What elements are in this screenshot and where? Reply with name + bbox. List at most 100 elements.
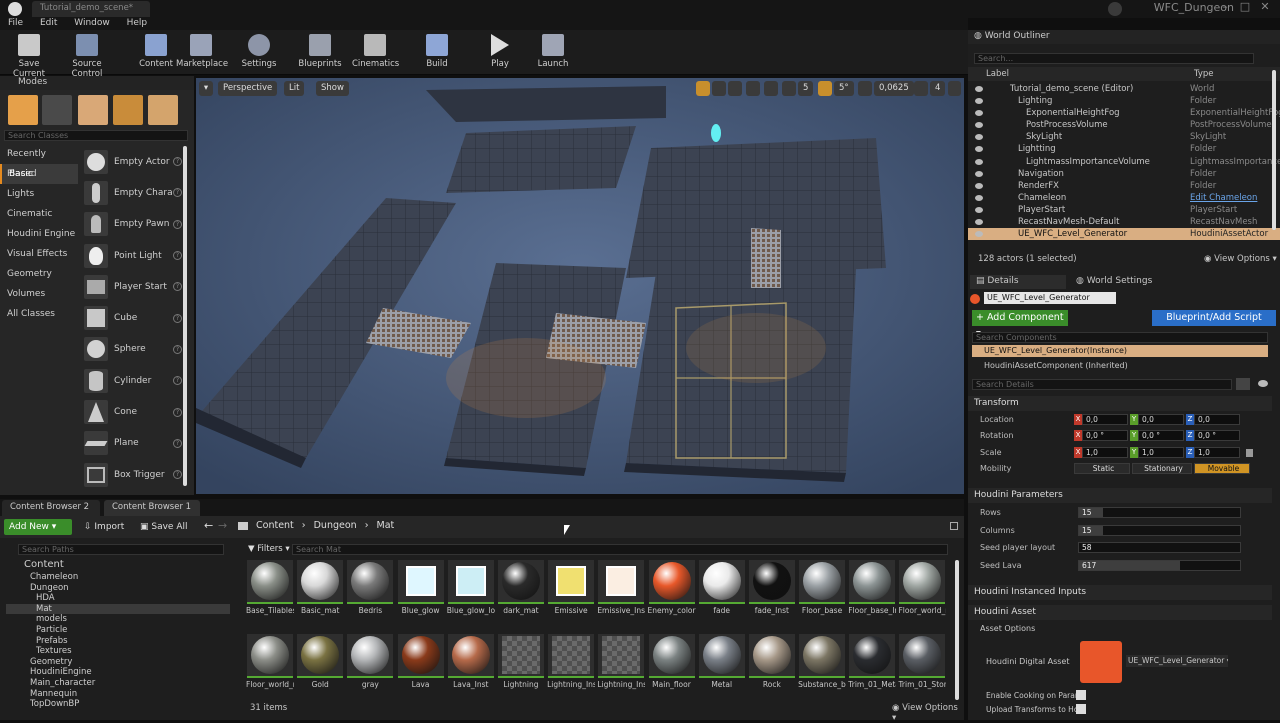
category-houdini-engine[interactable]: Houdini Engine bbox=[0, 224, 78, 244]
save-current-button[interactable]: Save Current bbox=[4, 32, 54, 79]
scale-lock-icon[interactable] bbox=[1246, 448, 1253, 457]
tree-geometry[interactable]: Geometry bbox=[6, 657, 230, 668]
settings-button[interactable]: Settings bbox=[238, 32, 280, 74]
asset-tile[interactable]: Metal bbox=[698, 634, 746, 706]
asset-tile[interactable]: fade_Inst bbox=[748, 560, 796, 632]
paint-mode-icon[interactable] bbox=[42, 95, 72, 125]
world-outliner-tab[interactable]: ◍ World Outliner bbox=[968, 30, 1280, 44]
scale-snap-icon[interactable] bbox=[858, 81, 872, 96]
columns-slider[interactable]: 15 bbox=[1078, 524, 1241, 536]
rotation-snap-value[interactable]: 5° bbox=[834, 81, 854, 96]
tree-models[interactable]: models bbox=[6, 614, 230, 625]
help-icon[interactable]: ? bbox=[173, 407, 182, 417]
search-details-input[interactable]: Search Details bbox=[972, 379, 1232, 390]
menu-help[interactable]: Help bbox=[127, 18, 148, 28]
asset-tile[interactable]: Lightning_Inst_Inst bbox=[597, 634, 645, 706]
eye-icon[interactable] bbox=[975, 182, 983, 189]
lock-icon[interactable] bbox=[950, 522, 958, 530]
category-lights[interactable]: Lights bbox=[0, 184, 78, 204]
tree-chameleon[interactable]: Chameleon bbox=[6, 572, 230, 583]
lit-button[interactable]: Lit bbox=[284, 81, 305, 96]
asset-tile[interactable]: fade bbox=[698, 560, 746, 632]
category-cinematic[interactable]: Cinematic bbox=[0, 204, 78, 224]
asset-tile[interactable]: Enemy_color bbox=[648, 560, 696, 632]
seed-player-input[interactable]: 58 bbox=[1078, 542, 1241, 553]
enable-cooking-checkbox[interactable] bbox=[1076, 690, 1086, 700]
outliner-row[interactable]: RecastNavMesh-Default RecastNavMesh bbox=[968, 216, 1280, 228]
asset-tile[interactable]: Emissive bbox=[547, 560, 595, 632]
asset-tile[interactable]: Blue_glow_lower bbox=[447, 560, 495, 632]
placeable-cube[interactable]: Cube? bbox=[82, 302, 182, 333]
eye-view-icon[interactable] bbox=[1258, 380, 1268, 387]
play-button[interactable]: Play bbox=[484, 32, 516, 74]
placeable-sphere[interactable]: Sphere? bbox=[82, 334, 182, 365]
level-tab[interactable]: Tutorial_demo_scene* bbox=[32, 1, 150, 17]
component-instance-row[interactable]: UE_WFC_Level_Generator(Instance) bbox=[972, 345, 1268, 357]
tree-textures[interactable]: Textures bbox=[6, 646, 230, 657]
outliner-search-input[interactable]: Search... bbox=[974, 53, 1254, 64]
houdini-asset-section[interactable]: Houdini Asset bbox=[968, 605, 1272, 620]
type-column-header[interactable]: Type bbox=[1194, 69, 1214, 79]
translate-tool-icon[interactable] bbox=[696, 81, 710, 96]
placeable-empty-pawn[interactable]: Empty Pawn? bbox=[82, 209, 182, 240]
actor-name-field[interactable]: UE_WFC_Level_Generator bbox=[984, 292, 1116, 304]
maximize-icon[interactable]: □ bbox=[1238, 0, 1252, 16]
mobility-static-button[interactable]: Static bbox=[1074, 462, 1130, 474]
outliner-row[interactable]: ExponentialHeightFog ExponentialHeightFog bbox=[968, 107, 1280, 119]
grid-view-icon[interactable] bbox=[1236, 378, 1250, 390]
outliner-row-selected[interactable]: UE_WFC_Level_Generator HoudiniAssetActor bbox=[968, 228, 1280, 241]
search-assets-input[interactable]: Search Mat bbox=[292, 544, 948, 555]
location-z-input[interactable]: 0,0 bbox=[1194, 414, 1240, 425]
breadcrumb-dungeon[interactable]: Dungeon bbox=[314, 520, 357, 531]
category-basic[interactable]: Basic bbox=[0, 164, 78, 184]
close-icon[interactable]: ✕ bbox=[1258, 0, 1272, 16]
search-components-input[interactable]: Search Components bbox=[972, 332, 1268, 343]
outliner-row[interactable]: Tutorial_demo_scene (Editor) World bbox=[968, 83, 1280, 95]
asset-tile[interactable]: dark_mat bbox=[497, 560, 545, 632]
add-new-button[interactable]: Add New ▾ bbox=[4, 519, 72, 535]
asset-tile[interactable]: Lightning_Inst bbox=[547, 634, 595, 706]
help-icon[interactable]: ? bbox=[173, 344, 182, 354]
outliner-view-options[interactable]: ◉ View Options ▾ bbox=[1204, 254, 1277, 264]
show-button[interactable]: Show bbox=[316, 81, 349, 96]
category-geometry[interactable]: Geometry bbox=[0, 264, 78, 284]
asset-tile[interactable]: Floor_world_noise bbox=[898, 560, 946, 632]
instanced-inputs-section[interactable]: Houdini Instanced Inputs bbox=[968, 585, 1272, 600]
placeable-empty-actor[interactable]: Empty Actor? bbox=[82, 146, 182, 177]
viewport-options-button[interactable]: ▾ bbox=[199, 81, 213, 96]
tree-main-character[interactable]: Main_character bbox=[6, 678, 230, 689]
asset-tile[interactable]: Gold bbox=[296, 634, 344, 706]
asset-tile[interactable]: Floor_base_Inst bbox=[848, 560, 896, 632]
outliner-row[interactable]: Lighting Folder bbox=[968, 95, 1280, 107]
asset-tile[interactable]: Substance_base bbox=[798, 634, 846, 706]
scale-z-input[interactable]: 1,0 bbox=[1194, 446, 1240, 458]
asset-tile[interactable]: Rock bbox=[748, 634, 796, 706]
save-all-button[interactable]: ▣ Save All bbox=[140, 519, 188, 535]
category-visual-effects[interactable]: Visual Effects bbox=[0, 244, 78, 264]
asset-tile[interactable]: Emissive_Inst bbox=[597, 560, 645, 632]
marketplace-button[interactable]: Marketplace bbox=[176, 32, 228, 74]
menu-window[interactable]: Window bbox=[74, 18, 110, 28]
content-button[interactable]: Content bbox=[138, 32, 174, 74]
seed-lava-slider[interactable]: 617 bbox=[1078, 559, 1241, 571]
tree-mannequin[interactable]: Mannequin bbox=[6, 689, 230, 700]
view-options-button[interactable]: ◉ View Options ▾ bbox=[892, 703, 964, 723]
rotation-z-input[interactable]: 0,0 ° bbox=[1194, 430, 1240, 442]
help-icon[interactable]: ? bbox=[173, 376, 182, 386]
asset-options-label[interactable]: Asset Options bbox=[980, 624, 1035, 633]
asset-tile[interactable]: Lava bbox=[397, 634, 445, 706]
import-button[interactable]: ⇩ Import bbox=[84, 519, 124, 535]
breadcrumb-mat[interactable]: Mat bbox=[377, 520, 395, 531]
outliner-scrollbar[interactable] bbox=[1272, 70, 1276, 230]
asset-tile[interactable]: Blue_glow bbox=[397, 560, 445, 632]
asset-tile[interactable]: Bedris bbox=[346, 560, 394, 632]
digital-asset-dropdown[interactable]: UE_WFC_Level_Generator ▾ bbox=[1126, 655, 1228, 667]
placeable-plane[interactable]: Plane? bbox=[82, 428, 182, 459]
forward-arrow-icon[interactable]: → bbox=[218, 519, 227, 532]
placeable-cone[interactable]: Cone? bbox=[82, 396, 182, 427]
placeable-point-light[interactable]: Point Light? bbox=[82, 240, 182, 271]
transform-section[interactable]: Transform bbox=[968, 396, 1272, 411]
asset-tile[interactable]: Floor_base bbox=[798, 560, 846, 632]
rotate-tool-icon[interactable] bbox=[712, 81, 726, 96]
placeable-box-trigger[interactable]: Box Trigger? bbox=[82, 459, 182, 490]
